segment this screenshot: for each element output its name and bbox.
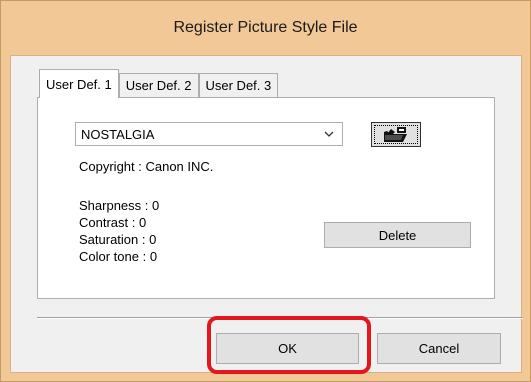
- tab-user-def-2[interactable]: User Def. 2: [118, 73, 199, 97]
- dialog-client-area: User Def. 1 User Def. 2 User Def. 3 NOST…: [10, 55, 523, 374]
- folder-open-icon: [384, 126, 407, 142]
- select-value: NOSTALGIA: [81, 126, 155, 142]
- open-file-button[interactable]: [371, 122, 421, 147]
- tab-strip: User Def. 1 User Def. 2 User Def. 3: [39, 69, 279, 98]
- copyright-label: Copyright : Canon INC.: [79, 159, 214, 174]
- chevron-down-icon: [324, 131, 334, 137]
- dialog-title: Register Picture Style File: [173, 19, 358, 36]
- saturation-label: Saturation : 0: [79, 232, 157, 247]
- ok-highlight-annotation: [207, 316, 371, 374]
- tab-panel: NOSTALGIA Copyright : Canon INC. Sharpne…: [37, 97, 495, 299]
- cancel-button[interactable]: Cancel: [377, 333, 501, 364]
- picture-style-select[interactable]: NOSTALGIA: [75, 122, 343, 146]
- tab-user-def-1[interactable]: User Def. 1: [39, 69, 119, 98]
- sharpness-label: Sharpness : 0: [79, 198, 160, 213]
- tab-user-def-3[interactable]: User Def. 3: [198, 73, 279, 97]
- color-tone-label: Color tone : 0: [79, 249, 158, 264]
- contrast-label: Contrast : 0: [79, 215, 147, 230]
- title-bar: Register Picture Style File: [1, 1, 530, 55]
- delete-button[interactable]: Delete: [324, 222, 471, 248]
- dialog-window: Register Picture Style File User Def. 1 …: [0, 0, 531, 382]
